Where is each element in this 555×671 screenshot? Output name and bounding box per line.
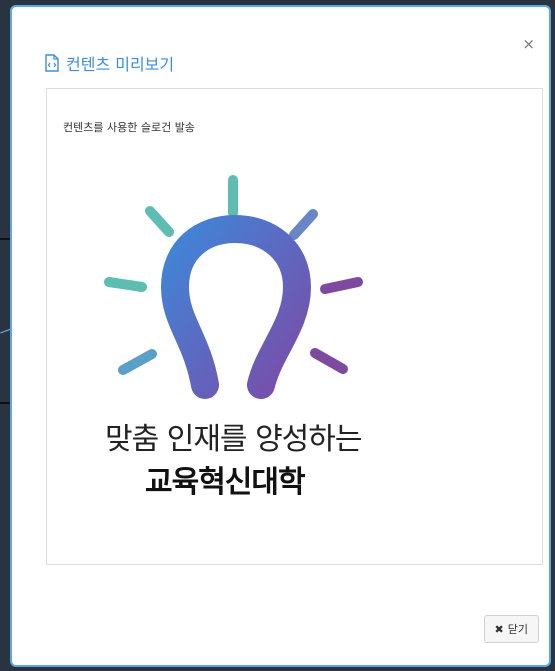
background-mark bbox=[0, 402, 10, 404]
modal-title-text: 컨텐츠 미리보기 bbox=[66, 55, 175, 74]
logo-ray bbox=[104, 277, 147, 292]
slogan-line-1: 맞춤 인재를 양성하는 bbox=[105, 422, 362, 457]
close-icon[interactable]: × bbox=[522, 37, 535, 52]
logo-ray bbox=[118, 349, 157, 375]
logo-ray bbox=[289, 209, 318, 240]
logo-ray bbox=[145, 206, 174, 237]
logo-ray bbox=[310, 348, 348, 374]
background-mark bbox=[0, 238, 10, 240]
slogan-line-2: 교육혁신대학 bbox=[145, 465, 306, 500]
lightbulb-head bbox=[160, 214, 312, 399]
face-profile bbox=[194, 272, 210, 302]
close-button[interactable]: ✖ 닫기 bbox=[483, 615, 539, 643]
close-button-label: 닫기 bbox=[507, 623, 528, 636]
lightbulb-logo bbox=[104, 175, 363, 399]
document-code-icon bbox=[45, 54, 59, 72]
times-icon: ✖ bbox=[494, 622, 504, 636]
content-preview-panel: 컨텐츠를 사용한 슬로건 발송 맞춤 인재를 양성하는 교육혁신대학 bbox=[46, 88, 543, 565]
content-preview-modal: 컨텐츠 미리보기 × 컨텐츠를 사용한 슬로건 발송 맞춤 인재를 양성하는 교… bbox=[10, 5, 551, 667]
logo-ray bbox=[320, 277, 363, 294]
modal-title: 컨텐츠 미리보기 bbox=[44, 51, 174, 75]
